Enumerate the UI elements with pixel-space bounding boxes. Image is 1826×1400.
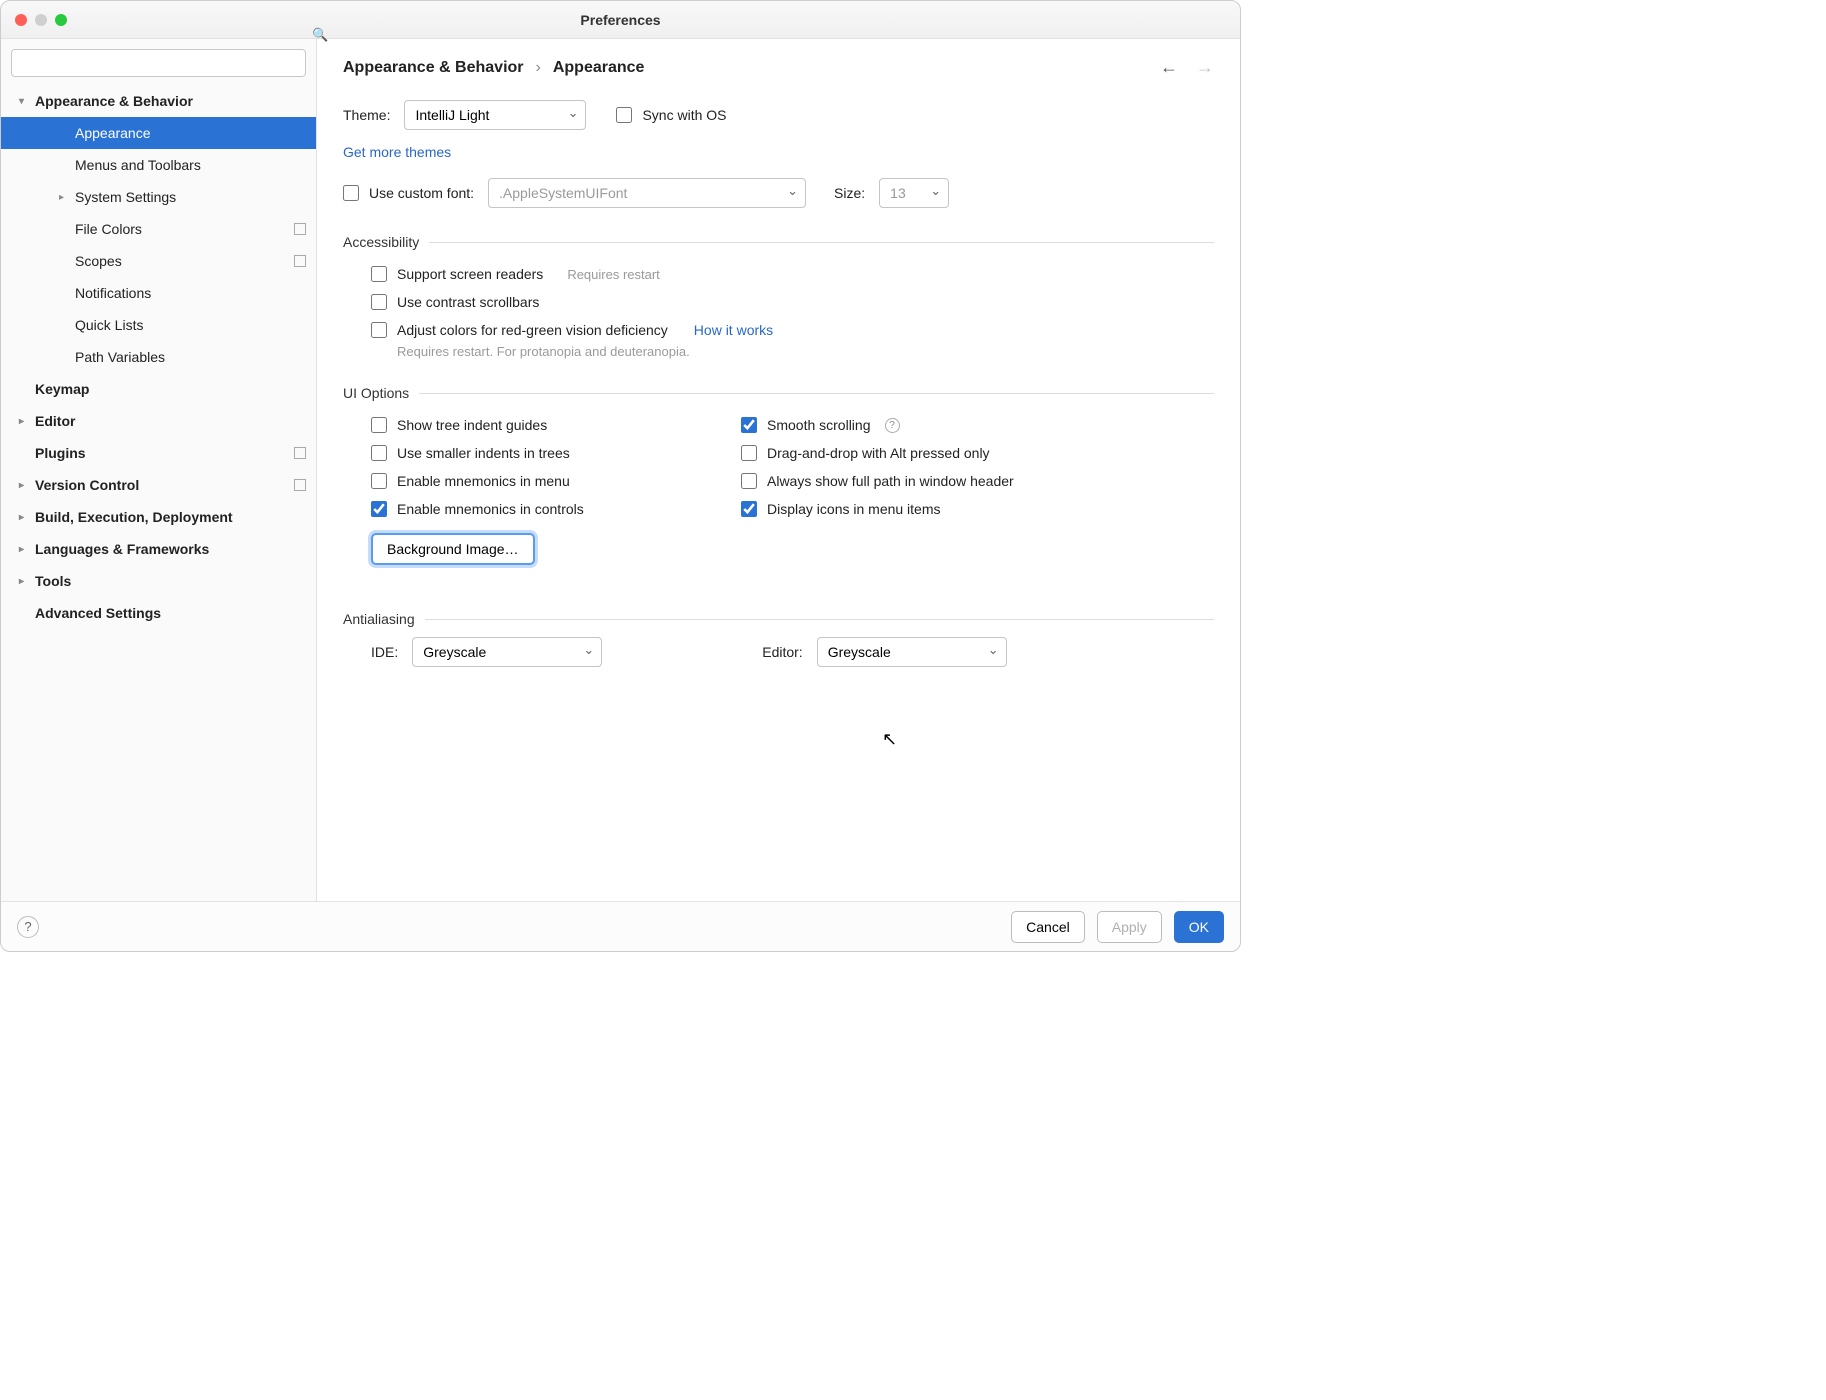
ui-options-title: UI Options <box>343 385 409 401</box>
cursor-icon: ↖ <box>882 729 897 750</box>
help-button[interactable]: ? <box>17 916 39 938</box>
full-path-checkbox[interactable] <box>741 473 757 489</box>
nav-back-icon[interactable]: ← <box>1160 57 1178 78</box>
chevron-icon[interactable] <box>19 544 35 555</box>
display-icons-checkbox[interactable] <box>741 501 757 517</box>
sync-with-os-checkbox[interactable] <box>616 107 632 123</box>
apply-button: Apply <box>1097 911 1162 943</box>
tree-indent-checkbox[interactable] <box>371 417 387 433</box>
antialiasing-title: Antialiasing <box>343 611 415 627</box>
sidebar-item-appearance-behavior[interactable]: Appearance & Behavior <box>1 85 316 117</box>
sidebar-item-build-execution-deployment[interactable]: Build, Execution, Deployment <box>1 501 316 533</box>
sidebar-item-scopes[interactable]: Scopes <box>1 245 316 277</box>
sidebar-item-menus-and-toolbars[interactable]: Menus and Toolbars <box>1 149 316 181</box>
breadcrumb: Appearance & Behavior › Appearance ← → <box>343 57 1214 78</box>
font-size-select: 13 <box>879 178 949 208</box>
editor-antialiasing-select[interactable]: Greyscale <box>817 637 1007 667</box>
sidebar-item-notifications[interactable]: Notifications <box>1 277 316 309</box>
drag-drop-alt-checkbox[interactable] <box>741 445 757 461</box>
sidebar-item-quick-lists[interactable]: Quick Lists <box>1 309 316 341</box>
footer: ? Cancel Apply OK <box>1 901 1240 951</box>
sidebar-item-advanced-settings[interactable]: Advanced Settings <box>1 597 316 629</box>
sidebar-item-plugins[interactable]: Plugins <box>1 437 316 469</box>
sidebar-item-appearance[interactable]: Appearance <box>1 117 316 149</box>
theme-select[interactable]: IntelliJ Light <box>404 100 586 130</box>
settings-tree[interactable]: Appearance & BehaviorAppearanceMenus and… <box>1 85 316 903</box>
project-badge-icon <box>294 255 306 267</box>
sync-with-os-label: Sync with OS <box>642 107 726 123</box>
breadcrumb-current: Appearance <box>553 59 645 77</box>
content-panel: Appearance & Behavior › Appearance ← → T… <box>317 39 1240 903</box>
chevron-icon[interactable] <box>19 96 35 107</box>
chevron-icon[interactable] <box>59 192 75 203</box>
chevron-icon[interactable] <box>19 576 35 587</box>
sidebar-item-path-variables[interactable]: Path Variables <box>1 341 316 373</box>
sidebar-item-system-settings[interactable]: System Settings <box>1 181 316 213</box>
accessibility-title: Accessibility <box>343 234 419 250</box>
contrast-scrollbars-checkbox[interactable] <box>371 294 387 310</box>
nav-forward-icon: → <box>1196 57 1214 78</box>
ok-button[interactable]: OK <box>1174 911 1224 943</box>
sidebar-item-version-control[interactable]: Version Control <box>1 469 316 501</box>
project-badge-icon <box>294 447 306 459</box>
sidebar-item-tools[interactable]: Tools <box>1 565 316 597</box>
theme-label: Theme: <box>343 107 390 123</box>
window-title: Preferences <box>1 12 1240 28</box>
chevron-icon[interactable] <box>19 480 35 491</box>
color-deficiency-checkbox[interactable] <box>371 322 387 338</box>
color-deficiency-note: Requires restart. For protanopia and deu… <box>371 344 1214 359</box>
titlebar: Preferences <box>1 1 1240 39</box>
project-badge-icon <box>294 223 306 235</box>
help-icon[interactable]: ? <box>885 418 900 433</box>
sidebar: 🔍 Appearance & BehaviorAppearanceMenus a… <box>1 39 317 903</box>
ide-antialiasing-select[interactable]: Greyscale <box>412 637 602 667</box>
get-more-themes-link[interactable]: Get more themes <box>343 144 451 160</box>
mnemonics-controls-checkbox[interactable] <box>371 501 387 517</box>
mnemonics-menu-checkbox[interactable] <box>371 473 387 489</box>
breadcrumb-sep: › <box>536 59 541 77</box>
chevron-icon[interactable] <box>19 512 35 523</box>
use-custom-font-label: Use custom font: <box>369 185 474 201</box>
font-family-select: .AppleSystemUIFont <box>488 178 806 208</box>
breadcrumb-parent: Appearance & Behavior <box>343 59 524 77</box>
project-badge-icon <box>294 479 306 491</box>
chevron-icon[interactable] <box>19 416 35 427</box>
sidebar-item-editor[interactable]: Editor <box>1 405 316 437</box>
sidebar-item-file-colors[interactable]: File Colors <box>1 213 316 245</box>
screen-readers-checkbox[interactable] <box>371 266 387 282</box>
search-input[interactable] <box>11 49 306 77</box>
use-custom-font-checkbox[interactable] <box>343 185 359 201</box>
how-it-works-link[interactable]: How it works <box>694 322 773 338</box>
smooth-scrolling-checkbox[interactable] <box>741 417 757 433</box>
cancel-button[interactable]: Cancel <box>1011 911 1085 943</box>
sidebar-item-keymap[interactable]: Keymap <box>1 373 316 405</box>
background-image-button[interactable]: Background Image… <box>371 533 535 565</box>
smaller-indents-checkbox[interactable] <box>371 445 387 461</box>
font-size-label: Size: <box>834 185 865 201</box>
sidebar-item-languages-frameworks[interactable]: Languages & Frameworks <box>1 533 316 565</box>
